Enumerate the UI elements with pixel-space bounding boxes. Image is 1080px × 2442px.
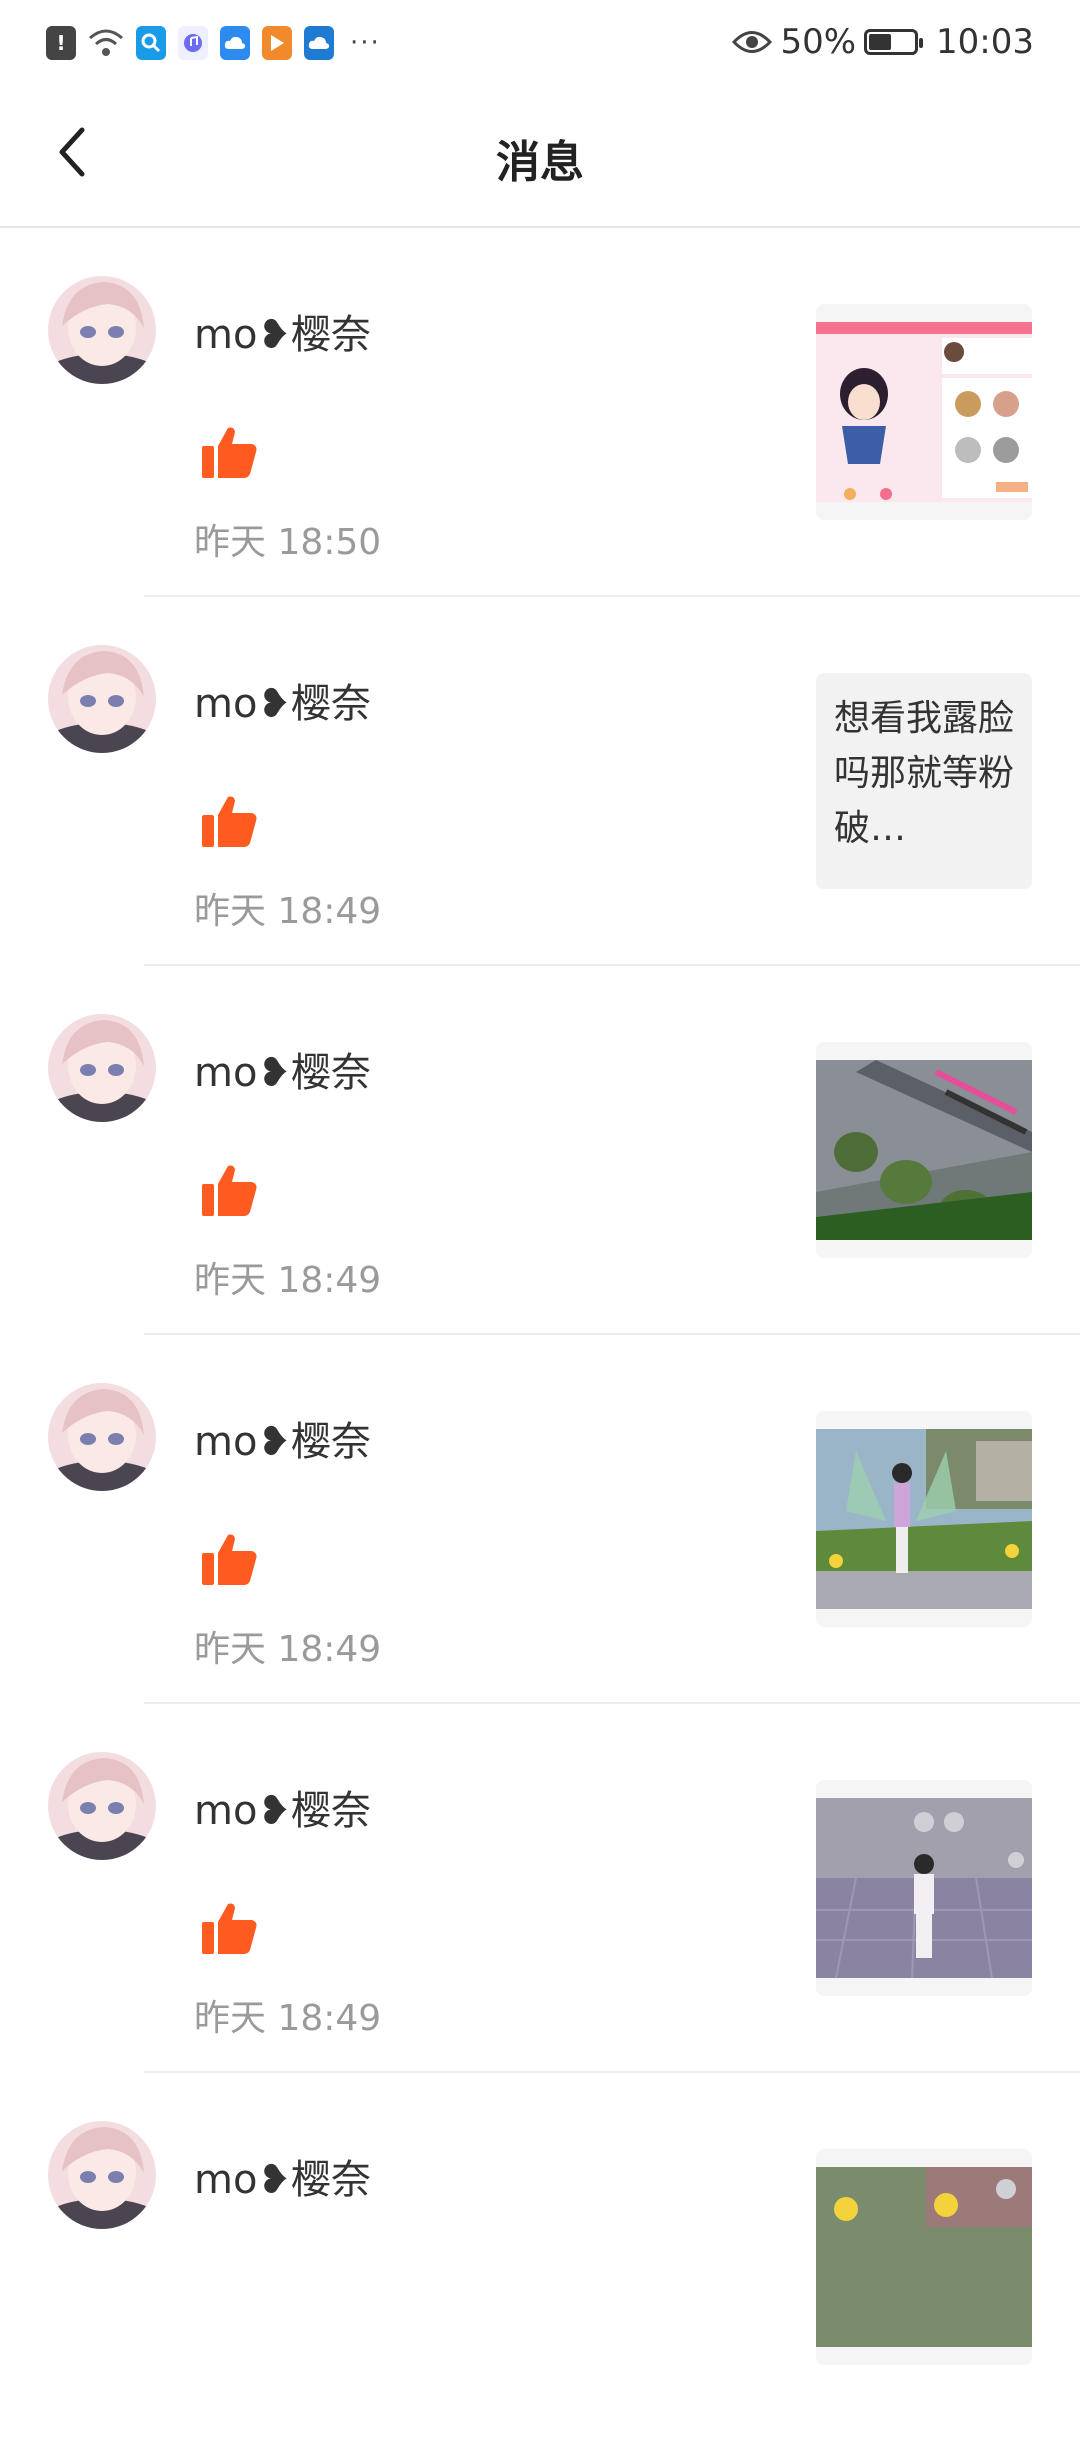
username[interactable]: mo❥樱奈 xyxy=(194,671,371,729)
timestamp: 昨天 18:50 xyxy=(194,522,382,563)
avatar[interactable] xyxy=(48,276,156,384)
thumbs-up-icon xyxy=(202,1903,257,1954)
header: 消息 xyxy=(0,86,1080,228)
battery-percent: 50% xyxy=(780,22,857,62)
page-title: 消息 xyxy=(496,137,584,188)
post-thumbnail[interactable] xyxy=(816,1780,1032,1996)
avatar[interactable] xyxy=(48,1383,156,1491)
avatar[interactable] xyxy=(48,2121,156,2229)
timestamp: 昨天 18:49 xyxy=(194,1629,382,1670)
message-list[interactable]: mo❥樱奈 昨天 18:50 mo❥樱奈 昨天 18:49 想看我露脸吗那就等粉… xyxy=(0,228,1080,2442)
username[interactable]: mo❥樱奈 xyxy=(194,302,371,360)
post-text: 想看我露脸吗那就等粉破… xyxy=(834,698,1015,849)
weather-app-icon xyxy=(304,26,334,60)
battery-fill xyxy=(869,34,892,50)
video-app-icon xyxy=(262,26,292,60)
message-item[interactable]: mo❥樱奈 昨天 18:49 想看我露脸吗那就等粉破… xyxy=(0,597,1080,966)
eye-icon xyxy=(732,31,773,53)
post-thumbnail[interactable] xyxy=(816,1411,1032,1627)
post-thumbnail[interactable] xyxy=(816,1042,1032,1258)
username[interactable]: mo❥樱奈 xyxy=(194,1409,371,1467)
more-notifications-icon: ··· xyxy=(350,28,381,58)
thumbs-up-icon xyxy=(202,1534,257,1585)
message-item[interactable]: mo❥樱奈 xyxy=(0,2073,1080,2442)
avatar[interactable] xyxy=(48,1014,156,1122)
notification-icons: ! ··· xyxy=(46,24,381,62)
wifi-icon xyxy=(88,26,124,60)
username[interactable]: mo❥樱奈 xyxy=(194,1040,371,1098)
avatar[interactable] xyxy=(48,645,156,753)
post-thumbnail[interactable] xyxy=(816,2149,1032,2365)
message-item[interactable]: mo❥樱奈 昨天 18:49 xyxy=(0,1704,1080,2073)
alert-icon: ! xyxy=(46,26,76,60)
post-text-preview[interactable]: 想看我露脸吗那就等粉破… xyxy=(816,673,1032,889)
message-item[interactable]: mo❥樱奈 昨天 18:49 xyxy=(0,966,1080,1335)
username[interactable]: mo❥樱奈 xyxy=(194,2147,371,2205)
thumbs-up-icon xyxy=(202,796,257,847)
avatar[interactable] xyxy=(48,1752,156,1860)
timestamp: 昨天 18:49 xyxy=(194,1260,382,1301)
post-thumbnail[interactable] xyxy=(816,304,1032,520)
music-app-icon xyxy=(178,26,208,60)
status-bar: ! ··· 50% 10:03 xyxy=(0,0,1080,86)
thumbs-up-icon xyxy=(202,427,257,478)
message-item[interactable]: mo❥樱奈 昨天 18:50 xyxy=(0,228,1080,597)
search-app-icon xyxy=(136,26,166,60)
message-item[interactable]: mo❥樱奈 昨天 18:49 xyxy=(0,1335,1080,1704)
thumbs-up-icon xyxy=(202,1165,257,1216)
battery-icon xyxy=(864,29,924,55)
username[interactable]: mo❥樱奈 xyxy=(194,1778,371,1836)
cloud-app-icon xyxy=(220,26,250,60)
system-status: 50% 10:03 xyxy=(732,22,1034,62)
clock: 10:03 xyxy=(936,22,1034,62)
timestamp: 昨天 18:49 xyxy=(194,1998,382,2039)
timestamp: 昨天 18:49 xyxy=(194,891,382,932)
